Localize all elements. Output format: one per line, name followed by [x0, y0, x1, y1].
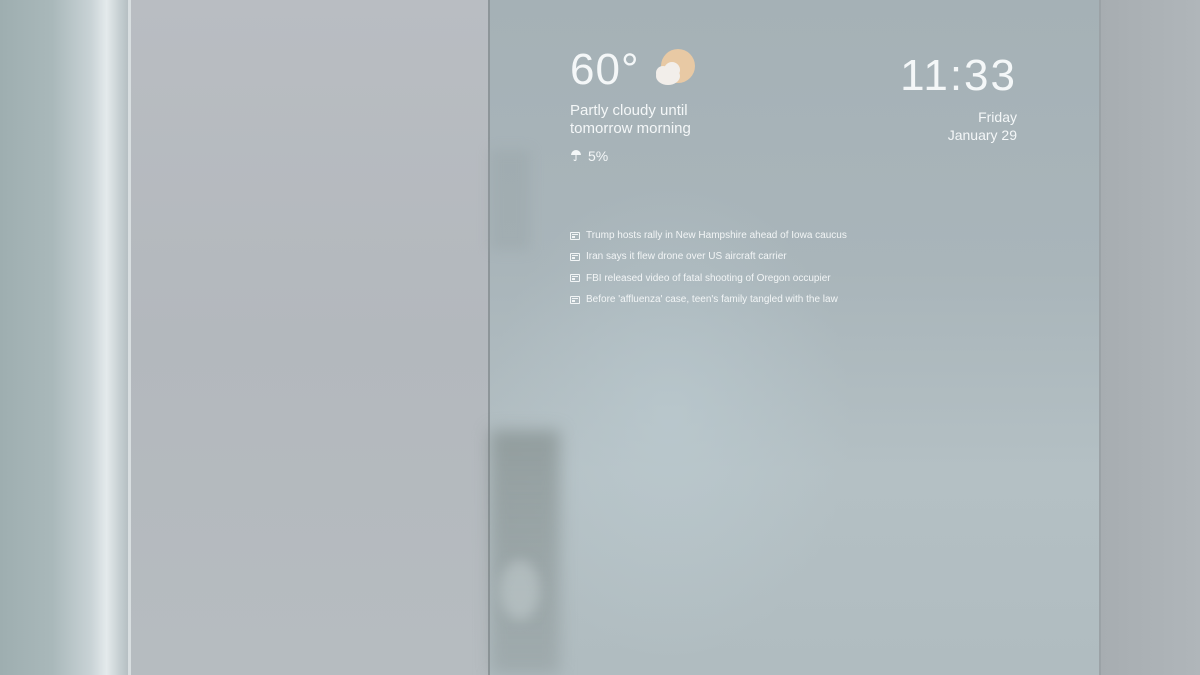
- news-item[interactable]: FBI released video of fatal shooting of …: [570, 268, 847, 289]
- newspaper-icon: [570, 295, 580, 304]
- clock-widget: 11:33 Friday January 29: [900, 50, 1017, 144]
- news-headline: Iran says it flew drone over US aircraft…: [586, 251, 787, 263]
- photo-scene: 60° Partly cloudy until tomorrow morning…: [0, 0, 1200, 675]
- newspaper-icon: [570, 274, 580, 283]
- umbrella-icon: [570, 148, 582, 164]
- news-item[interactable]: Before 'affluenza' case, teen's family t…: [570, 289, 847, 310]
- precipitation-value: 5%: [588, 148, 609, 164]
- temperature-row: 60°: [570, 44, 730, 96]
- weather-widget: 60° Partly cloudy until tomorrow morning…: [570, 44, 730, 164]
- precipitation: 5%: [570, 148, 730, 164]
- clock-time: 11:33: [900, 51, 1017, 100]
- partly-cloudy-icon: [650, 46, 698, 94]
- clock-day: Friday: [978, 109, 1017, 125]
- news-headline: Trump hosts rally in New Hampshire ahead…: [586, 230, 847, 242]
- weather-summary: Partly cloudy until tomorrow morning: [570, 102, 691, 137]
- wall-panel-right: [1099, 0, 1200, 675]
- news-item[interactable]: Iran says it flew drone over US aircraft…: [570, 246, 847, 267]
- clock-date: January 29: [947, 127, 1017, 143]
- reflection-blur: [500, 560, 540, 620]
- news-headline: FBI released video of fatal shooting of …: [586, 272, 831, 284]
- wall-left: [0, 0, 130, 675]
- reflection-blur: [490, 430, 560, 675]
- temperature: 60°: [570, 45, 640, 94]
- newspaper-icon: [570, 231, 580, 240]
- news-headline: Before 'affluenza' case, teen's family t…: [586, 294, 838, 306]
- wall-panel: [131, 0, 488, 675]
- news-widget: Trump hosts rally in New Hampshire ahead…: [570, 225, 847, 310]
- reflection-blur: [490, 150, 530, 250]
- news-item[interactable]: Trump hosts rally in New Hampshire ahead…: [570, 225, 847, 246]
- newspaper-icon: [570, 252, 580, 261]
